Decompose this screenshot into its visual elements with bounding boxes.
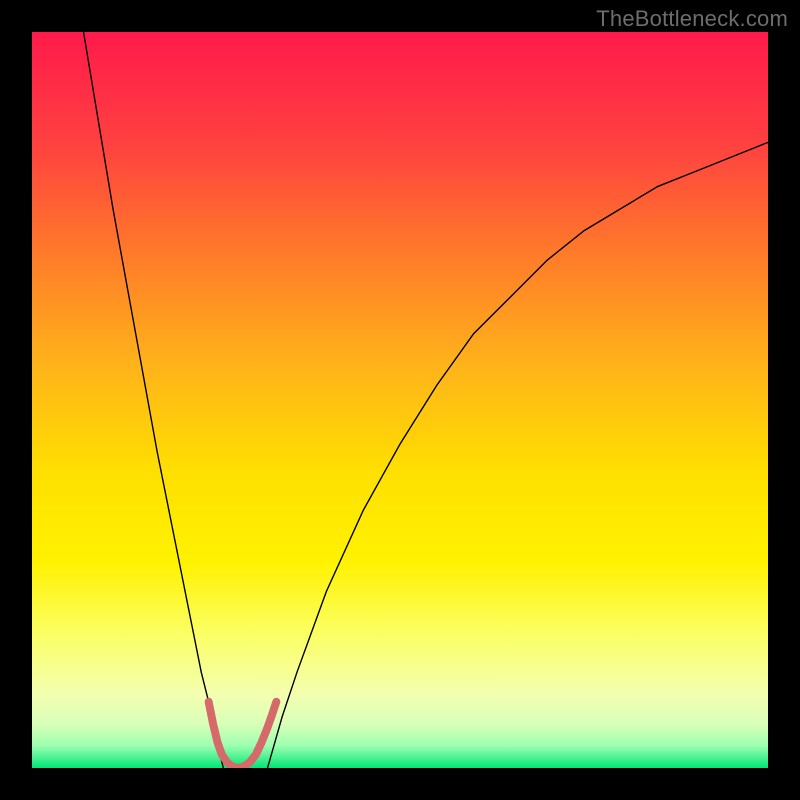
watermark-text: TheBottleneck.com [596,6,788,32]
chart-frame: TheBottleneck.com [0,0,800,800]
chart-svg [32,32,768,768]
chart-plot-area [32,32,768,768]
chart-background [32,32,768,768]
